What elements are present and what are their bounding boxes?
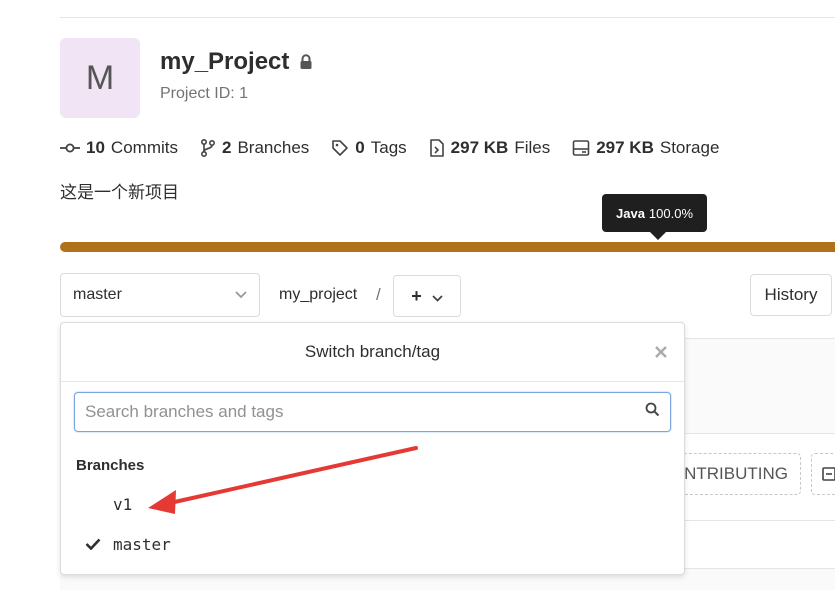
top-divider xyxy=(60,17,835,18)
breadcrumb-separator: / xyxy=(376,285,381,304)
branch-selector[interactable]: master xyxy=(60,273,260,317)
commits-label: Commits xyxy=(110,138,178,157)
switch-branch-dropdown: Switch branch/tag Branches v1 master xyxy=(60,322,685,575)
branches-count: 2 xyxy=(221,138,232,157)
tooltip-language-percent: 100.0% xyxy=(648,205,694,221)
commits-count: 10 xyxy=(86,138,105,157)
storage-icon xyxy=(572,139,590,157)
branch-search-input[interactable] xyxy=(85,402,645,422)
background-panel xyxy=(684,338,835,434)
history-button[interactable]: History xyxy=(750,274,832,316)
branch-name: v1 xyxy=(113,494,133,514)
stat-storage[interactable]: 297 KB Storage xyxy=(572,138,719,158)
lock-icon xyxy=(299,54,313,70)
checkmark-icon xyxy=(61,538,113,550)
branches-section-label: Branches xyxy=(76,457,145,474)
plus-icon: + xyxy=(411,285,422,306)
project-stats: 10 Commits 2 Branches 0 Tags 297 KB File… xyxy=(60,138,719,158)
commit-icon xyxy=(60,141,80,155)
language-tooltip: Java 100.0% xyxy=(602,194,708,232)
close-icon[interactable] xyxy=(652,343,670,361)
branch-item-v1[interactable]: v1 xyxy=(61,485,684,523)
project-title: my_Project xyxy=(160,48,313,76)
language-bar-java[interactable] xyxy=(60,242,835,252)
search-icon[interactable] xyxy=(645,402,660,422)
storage-size: 297 KB xyxy=(596,138,654,157)
project-name[interactable]: my_Project xyxy=(160,48,289,76)
tooltip-arrow xyxy=(650,232,666,240)
chevron-down-icon xyxy=(432,286,443,307)
avatar-letter: M xyxy=(85,58,115,97)
stat-branches[interactable]: 2 Branches xyxy=(200,138,309,158)
tags-label: Tags xyxy=(370,138,407,157)
branch-item-master[interactable]: master xyxy=(61,525,684,563)
files-size: 297 KB xyxy=(450,138,509,157)
chevron-down-icon xyxy=(235,286,247,304)
add-extra-button[interactable] xyxy=(811,453,835,495)
project-avatar: M xyxy=(60,38,140,118)
project-id: Project ID: 1 xyxy=(160,85,249,102)
branch-selector-value: master xyxy=(73,286,122,303)
tag-icon xyxy=(331,139,349,157)
branch-icon xyxy=(200,139,216,157)
divider xyxy=(684,520,835,521)
storage-label: Storage xyxy=(659,138,720,157)
box-icon xyxy=(822,467,835,481)
tags-count: 0 xyxy=(355,138,365,157)
stat-commits[interactable]: 10 Commits xyxy=(60,138,178,158)
branch-search-box[interactable] xyxy=(74,392,671,432)
branch-name: master xyxy=(113,534,171,554)
project-description: 这是一个新项目 xyxy=(60,183,179,202)
stat-files[interactable]: 297 KB Files xyxy=(429,138,551,158)
stat-tags[interactable]: 0 Tags xyxy=(331,138,407,158)
files-label: Files xyxy=(514,138,551,157)
tooltip-language-name: Java xyxy=(616,205,645,221)
file-icon xyxy=(429,139,445,157)
add-file-button[interactable]: + xyxy=(393,275,461,317)
branches-label: Branches xyxy=(237,138,310,157)
breadcrumb-project[interactable]: my_project xyxy=(279,286,357,304)
dropdown-header: Switch branch/tag xyxy=(61,323,684,382)
dropdown-title: Switch branch/tag xyxy=(304,342,441,361)
